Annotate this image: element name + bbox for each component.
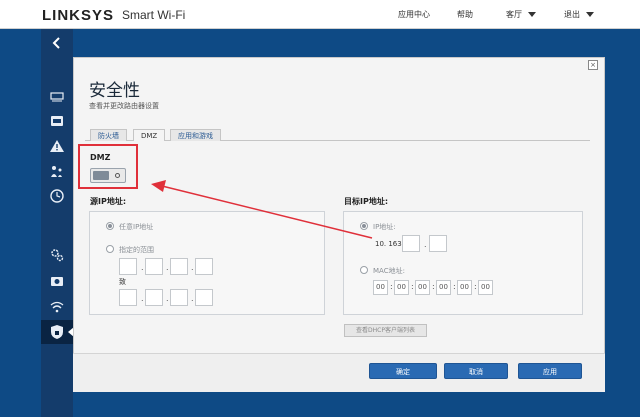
range-start-octet-2[interactable]: [145, 258, 163, 275]
dot-separator: .: [424, 240, 427, 249]
radio-any-ip[interactable]: [106, 222, 114, 230]
range-start-octet-3[interactable]: [170, 258, 188, 275]
dot-separator: .: [141, 263, 144, 272]
back-arrow-icon[interactable]: [50, 36, 64, 50]
radio-range[interactable]: [106, 245, 114, 253]
tab-firewall[interactable]: 防火墙: [90, 129, 127, 141]
chevron-down-icon: [528, 12, 536, 17]
close-button[interactable]: ×: [588, 60, 598, 70]
chevron-down-icon: [586, 12, 594, 17]
ip-octet-3[interactable]: [402, 235, 420, 252]
mac-octet-2[interactable]: 00: [394, 280, 409, 295]
mac-octet-3[interactable]: 00: [415, 280, 430, 295]
colon-separator: :: [432, 282, 435, 291]
range-to-label: 致: [119, 278, 126, 286]
nav-help[interactable]: 帮助: [457, 9, 473, 20]
apply-button[interactable]: 应用: [518, 363, 582, 379]
nav-logout[interactable]: 退出: [564, 9, 594, 20]
range-end-octet-3[interactable]: [170, 289, 188, 306]
range-start-octet-4[interactable]: [195, 258, 213, 275]
any-ip-label: 任意IP地址: [119, 223, 154, 231]
room-label: 客厅: [506, 10, 522, 19]
mac-address-label: MAC地址:: [373, 267, 405, 275]
ok-button[interactable]: 确定: [369, 363, 437, 379]
colon-separator: :: [474, 282, 477, 291]
product-name: Smart Wi-Fi: [122, 8, 186, 22]
tab-dmz[interactable]: DMZ: [133, 129, 166, 141]
ip-address-label: IP地址:: [373, 223, 396, 231]
range-label: 指定的范围: [119, 246, 154, 254]
colon-separator: :: [390, 282, 393, 291]
dot-separator: .: [141, 294, 144, 303]
camera-icon[interactable]: [49, 273, 65, 289]
colon-separator: :: [453, 282, 456, 291]
mac-octet-4[interactable]: 00: [436, 280, 451, 295]
source-ip-title: 源IP地址:: [90, 197, 127, 206]
range-end-octet-2[interactable]: [145, 289, 163, 306]
page-title: 安全性: [89, 81, 140, 101]
shield-icon[interactable]: [49, 324, 65, 340]
radio-ip-address[interactable]: [360, 222, 368, 230]
dot-separator: .: [166, 263, 169, 272]
warning-icon[interactable]: [49, 138, 65, 154]
range-start-octet-1[interactable]: [119, 258, 137, 275]
dot-separator: .: [191, 294, 194, 303]
parental-control-icon[interactable]: [49, 163, 65, 179]
logout-label: 退出: [564, 10, 580, 19]
highlight-box: [78, 144, 138, 189]
dot-separator: .: [166, 294, 169, 303]
cancel-button[interactable]: 取消: [444, 363, 508, 379]
page-subtitle: 查看并更改路由器设置: [89, 102, 159, 110]
radio-mac-address[interactable]: [360, 266, 368, 274]
tab-apps-games[interactable]: 应用和游戏: [170, 129, 221, 141]
gear-icon[interactable]: [49, 247, 65, 263]
device-icon[interactable]: [49, 88, 65, 104]
ip-octet-4[interactable]: [429, 235, 447, 252]
top-bar: LINKSYS Smart Wi-Fi 应用中心 帮助 客厅 退出: [0, 0, 640, 29]
clock-icon[interactable]: [49, 188, 65, 204]
wifi-icon[interactable]: [49, 299, 65, 315]
ip-prefix: 10. 163.: [375, 240, 404, 248]
nav-room[interactable]: 客厅: [506, 9, 536, 20]
linksys-logo: LINKSYS: [42, 7, 115, 24]
mac-octet-6[interactable]: 00: [478, 280, 493, 295]
dot-separator: .: [191, 263, 194, 272]
nav-app-center[interactable]: 应用中心: [398, 9, 430, 20]
range-end-octet-1[interactable]: [119, 289, 137, 306]
router-icon[interactable]: [49, 113, 65, 129]
destination-ip-title: 目标IP地址:: [344, 197, 389, 206]
mac-octet-1[interactable]: 00: [373, 280, 388, 295]
range-end-octet-4[interactable]: [195, 289, 213, 306]
view-dhcp-clients-button[interactable]: 查看DHCP客户端列表: [344, 324, 427, 337]
colon-separator: :: [411, 282, 414, 291]
mac-octet-5[interactable]: 00: [457, 280, 472, 295]
